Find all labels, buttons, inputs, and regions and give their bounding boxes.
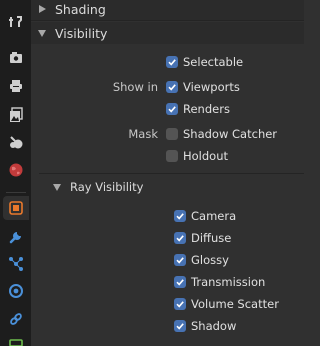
ray-camera-label: Camera (191, 209, 237, 223)
chevron-down-icon (38, 29, 46, 37)
modifier-icon (9, 232, 21, 244)
physics-icon (9, 284, 23, 298)
selectable-checkbox[interactable] (166, 56, 178, 68)
tab-data[interactable] (3, 334, 29, 346)
ray-volume-scatter-checkbox[interactable] (174, 298, 186, 310)
ray-glossy-label: Glossy (191, 253, 229, 267)
renders-label: Renders (183, 102, 230, 116)
viewports-checkbox[interactable] (166, 81, 178, 93)
ray-glossy-checkbox-row[interactable]: Glossy (174, 250, 229, 270)
view-layer-icon (10, 107, 23, 122)
tab-scene[interactable] (3, 131, 29, 155)
particles-icon (9, 257, 23, 271)
ray-diffuse-label: Diffuse (191, 231, 232, 245)
panel-divider (31, 20, 304, 21)
chevron-right-icon (38, 5, 46, 13)
shadow-catcher-label: Shadow Catcher (183, 127, 278, 141)
ray-camera-checkbox-row[interactable]: Camera (174, 206, 236, 226)
renders-checkbox[interactable] (166, 103, 178, 115)
constraints-icon (10, 313, 22, 325)
mask-label: Mask (128, 127, 158, 141)
selectable-checkbox-row[interactable]: Selectable (166, 52, 243, 72)
tab-view-layer[interactable] (3, 103, 29, 127)
subpanel-header-ray-visibility[interactable]: Ray Visibility (31, 176, 304, 198)
data-icon (9, 339, 23, 346)
subpanel-title-ray-visibility: Ray Visibility (70, 180, 144, 194)
panel-title-visibility: Visibility (55, 25, 108, 41)
ray-glossy-checkbox[interactable] (174, 254, 186, 266)
shadow-catcher-checkbox-row[interactable]: Shadow Catcher (166, 124, 277, 144)
checkmark-icon (168, 59, 176, 66)
holdout-checkbox-row[interactable]: Holdout (166, 146, 228, 166)
viewports-checkbox-row[interactable]: Viewports (166, 77, 240, 97)
checkmark-icon (176, 235, 184, 242)
tab-physics[interactable] (3, 279, 29, 303)
render-icon (10, 52, 22, 63)
tool-icon (9, 16, 22, 27)
checkmark-icon (176, 323, 184, 330)
ray-diffuse-checkbox[interactable] (174, 232, 186, 244)
tab-object[interactable] (3, 196, 29, 220)
ray-transmission-checkbox-row[interactable]: Transmission (174, 272, 265, 292)
output-icon (10, 80, 22, 92)
holdout-checkbox[interactable] (166, 150, 178, 162)
holdout-label: Holdout (183, 149, 229, 163)
world-icon (9, 163, 23, 177)
ray-camera-checkbox[interactable] (174, 210, 186, 222)
panel-header-shading[interactable]: Shading (31, 0, 304, 20)
tab-world[interactable] (3, 158, 29, 182)
checkmark-icon (176, 279, 184, 286)
checkmark-icon (176, 301, 184, 308)
show-in-label: Show in (112, 80, 158, 94)
shadow-catcher-checkbox[interactable] (166, 128, 178, 140)
object-properties-panel: Shading Visibility Selectable Show in Vi… (31, 0, 304, 346)
ray-volume-scatter-label: Volume Scatter (191, 297, 279, 311)
ray-shadow-checkbox[interactable] (174, 320, 186, 332)
tab-constraints[interactable] (3, 307, 29, 331)
checkmark-icon (168, 106, 176, 113)
checkmark-icon (168, 84, 176, 91)
tab-particles[interactable] (3, 252, 29, 276)
ray-transmission-label: Transmission (191, 275, 266, 289)
tab-modifier[interactable] (3, 225, 29, 249)
ray-shadow-checkbox-row[interactable]: Shadow (174, 316, 236, 336)
tab-separator (6, 192, 26, 193)
tab-output[interactable] (3, 74, 29, 98)
checkmark-icon (176, 257, 184, 264)
panel-header-visibility[interactable]: Visibility (31, 22, 304, 44)
ray-diffuse-checkbox-row[interactable]: Diffuse (174, 228, 231, 248)
viewports-label: Viewports (183, 80, 240, 94)
chevron-down-icon (53, 183, 61, 191)
properties-editor: Shading Visibility Selectable Show in Vi… (0, 0, 304, 346)
selectable-label: Selectable (183, 55, 244, 69)
tab-render[interactable] (3, 46, 29, 70)
object-icon (9, 201, 23, 215)
tab-tool[interactable] (3, 10, 29, 34)
subpanel-divider (39, 173, 304, 174)
ray-volume-scatter-checkbox-row[interactable]: Volume Scatter (174, 294, 279, 314)
checkmark-icon (176, 213, 184, 220)
ray-shadow-label: Shadow (191, 319, 237, 333)
properties-tab-strip (0, 0, 31, 346)
renders-checkbox-row[interactable]: Renders (166, 99, 230, 119)
panel-title-shading: Shading (55, 1, 106, 17)
ray-transmission-checkbox[interactable] (174, 276, 186, 288)
scene-icon (10, 136, 23, 149)
